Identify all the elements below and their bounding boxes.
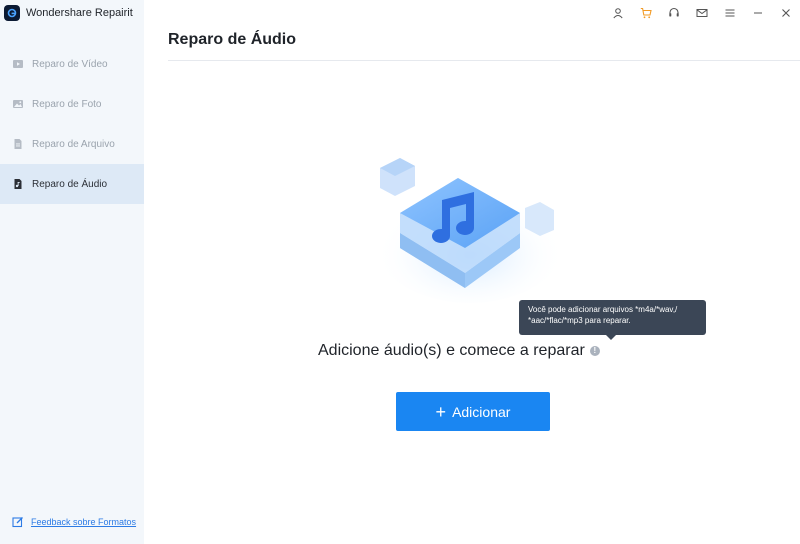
format-tooltip: Você pode adicionar arquivos *m4a/*wav,/… [519,300,706,340]
brand: Wondershare Repairit [4,5,133,21]
tooltip-line-1: Você pode adicionar arquivos *m4a/*wav,/ [528,305,678,314]
close-button[interactable] [772,0,800,26]
app-logo-icon [4,5,20,21]
minimize-icon [754,12,762,14]
app-title: Wondershare Repairit [26,7,133,19]
audio-icon [12,178,24,190]
title-bar [604,0,800,26]
headset-icon [669,7,679,17]
sidebar-item-label: Reparo de Áudio [32,178,108,190]
menu-icon [725,9,735,17]
file-icon [12,138,24,150]
close-icon [782,9,790,17]
photo-icon [12,98,24,110]
feedback-label: Feedback sobre Formatos [31,517,137,527]
page-title: Reparo de Áudio [168,31,297,48]
cart-icon [640,7,652,19]
sidebar-item-label: Reparo de Arquivo [32,138,115,150]
cart-button[interactable] [632,0,660,26]
sidebar-item-label: Reparo de Foto [32,98,102,110]
minimize-button[interactable] [744,0,772,26]
mail-button[interactable] [688,0,716,26]
sidebar-item-video[interactable]: Reparo de Vídeo [0,44,144,84]
tooltip-line-2: *aac/*flac/*mp3 para reparar. [528,316,631,325]
audio-illustration [375,158,565,303]
plus-icon: + [435,401,447,422]
edit-icon [12,516,24,528]
sidebar-item-photo[interactable]: Reparo de Foto [0,84,144,124]
info-icon[interactable]: ! [589,346,600,356]
sidebar: Wondershare Repairit Reparo de Vídeo Rep… [0,0,144,544]
support-button[interactable] [660,0,688,26]
header-divider [168,60,800,61]
sidebar-nav: Reparo de Vídeo Reparo de Foto Reparo de… [0,44,144,204]
add-button[interactable]: + Adicionar [396,392,550,431]
add-button-label: Adicionar [452,403,511,420]
feedback-link[interactable]: Feedback sobre Formatos [12,516,136,528]
mail-icon [696,9,708,17]
user-icon [613,8,623,19]
sidebar-item-audio[interactable]: Reparo de Áudio [0,164,144,204]
video-icon [12,58,24,70]
headline-text: Adicione áudio(s) e comece a reparar [318,342,585,359]
sidebar-item-file[interactable]: Reparo de Arquivo [0,124,144,164]
sidebar-item-label: Reparo de Vídeo [32,58,108,70]
menu-button[interactable] [716,0,744,26]
user-button[interactable] [604,0,632,26]
headline: Adicione áudio(s) e comece a reparar ! [318,342,600,360]
